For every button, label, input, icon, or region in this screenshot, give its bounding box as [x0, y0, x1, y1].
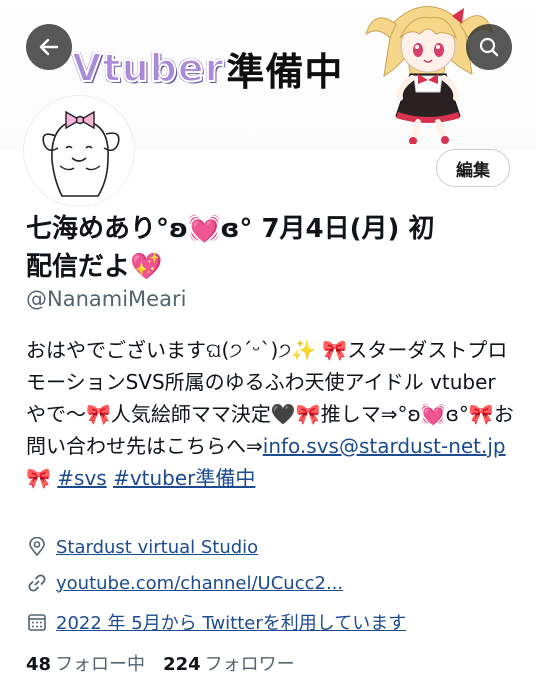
edit-profile-button[interactable]: 編集: [436, 149, 510, 187]
location-row[interactable]: Stardust virtual Studio: [26, 536, 258, 558]
bio-hashtag-svs[interactable]: #svs: [57, 466, 106, 490]
follow-stats: 48 フォロー中 224 フォロワー: [26, 650, 295, 676]
website-row[interactable]: youtube.com/channel/UCucc2...: [26, 572, 343, 594]
user-handle: @NanamiMeari: [26, 287, 187, 311]
avatar-ghost-illustration: [28, 100, 130, 202]
following-count[interactable]: 48: [26, 654, 51, 675]
location-text[interactable]: Stardust virtual Studio: [56, 537, 258, 558]
banner-title-latin: Vtuber: [71, 45, 225, 91]
profile-bio: おはやでございますଘ(੭ˊᵕˋ)੭✨ 🎀スターダストプロモーションSVS所属のゆ…: [26, 334, 514, 494]
joined-text: 2022 年 5月から Twitterを利用しています: [56, 613, 407, 634]
location-pin-icon: [26, 536, 48, 558]
bio-hashtag-vtuber[interactable]: #vtuber準備中: [113, 466, 255, 490]
search-icon: [479, 37, 499, 57]
link-icon: [26, 572, 48, 594]
back-button[interactable]: [26, 24, 72, 70]
display-name: 七海めあり°ʚ💓ɞ° 7月4日(月) 初配信だよ💖: [26, 214, 435, 282]
bio-email-link[interactable]: info.svs@stardust-net.jp: [263, 434, 506, 458]
back-arrow-icon: [39, 38, 59, 56]
profile-avatar[interactable]: [24, 96, 134, 206]
followers-label[interactable]: フォロワー: [205, 650, 295, 676]
banner-title-jp: 準備中: [226, 49, 344, 94]
calendar-icon: [26, 611, 48, 633]
website-link[interactable]: youtube.com/channel/UCucc2...: [56, 573, 343, 594]
followers-count[interactable]: 224: [163, 654, 201, 675]
banner-title: Vtuber 準備中: [71, 38, 344, 98]
search-button[interactable]: [466, 24, 512, 70]
bio-separator: 🎀: [26, 466, 58, 490]
joined-row: 2022 年 5月から Twitterを利用しています: [26, 609, 406, 635]
following-label[interactable]: フォロー中: [55, 650, 145, 676]
banner-character-illustration: [365, 6, 493, 144]
